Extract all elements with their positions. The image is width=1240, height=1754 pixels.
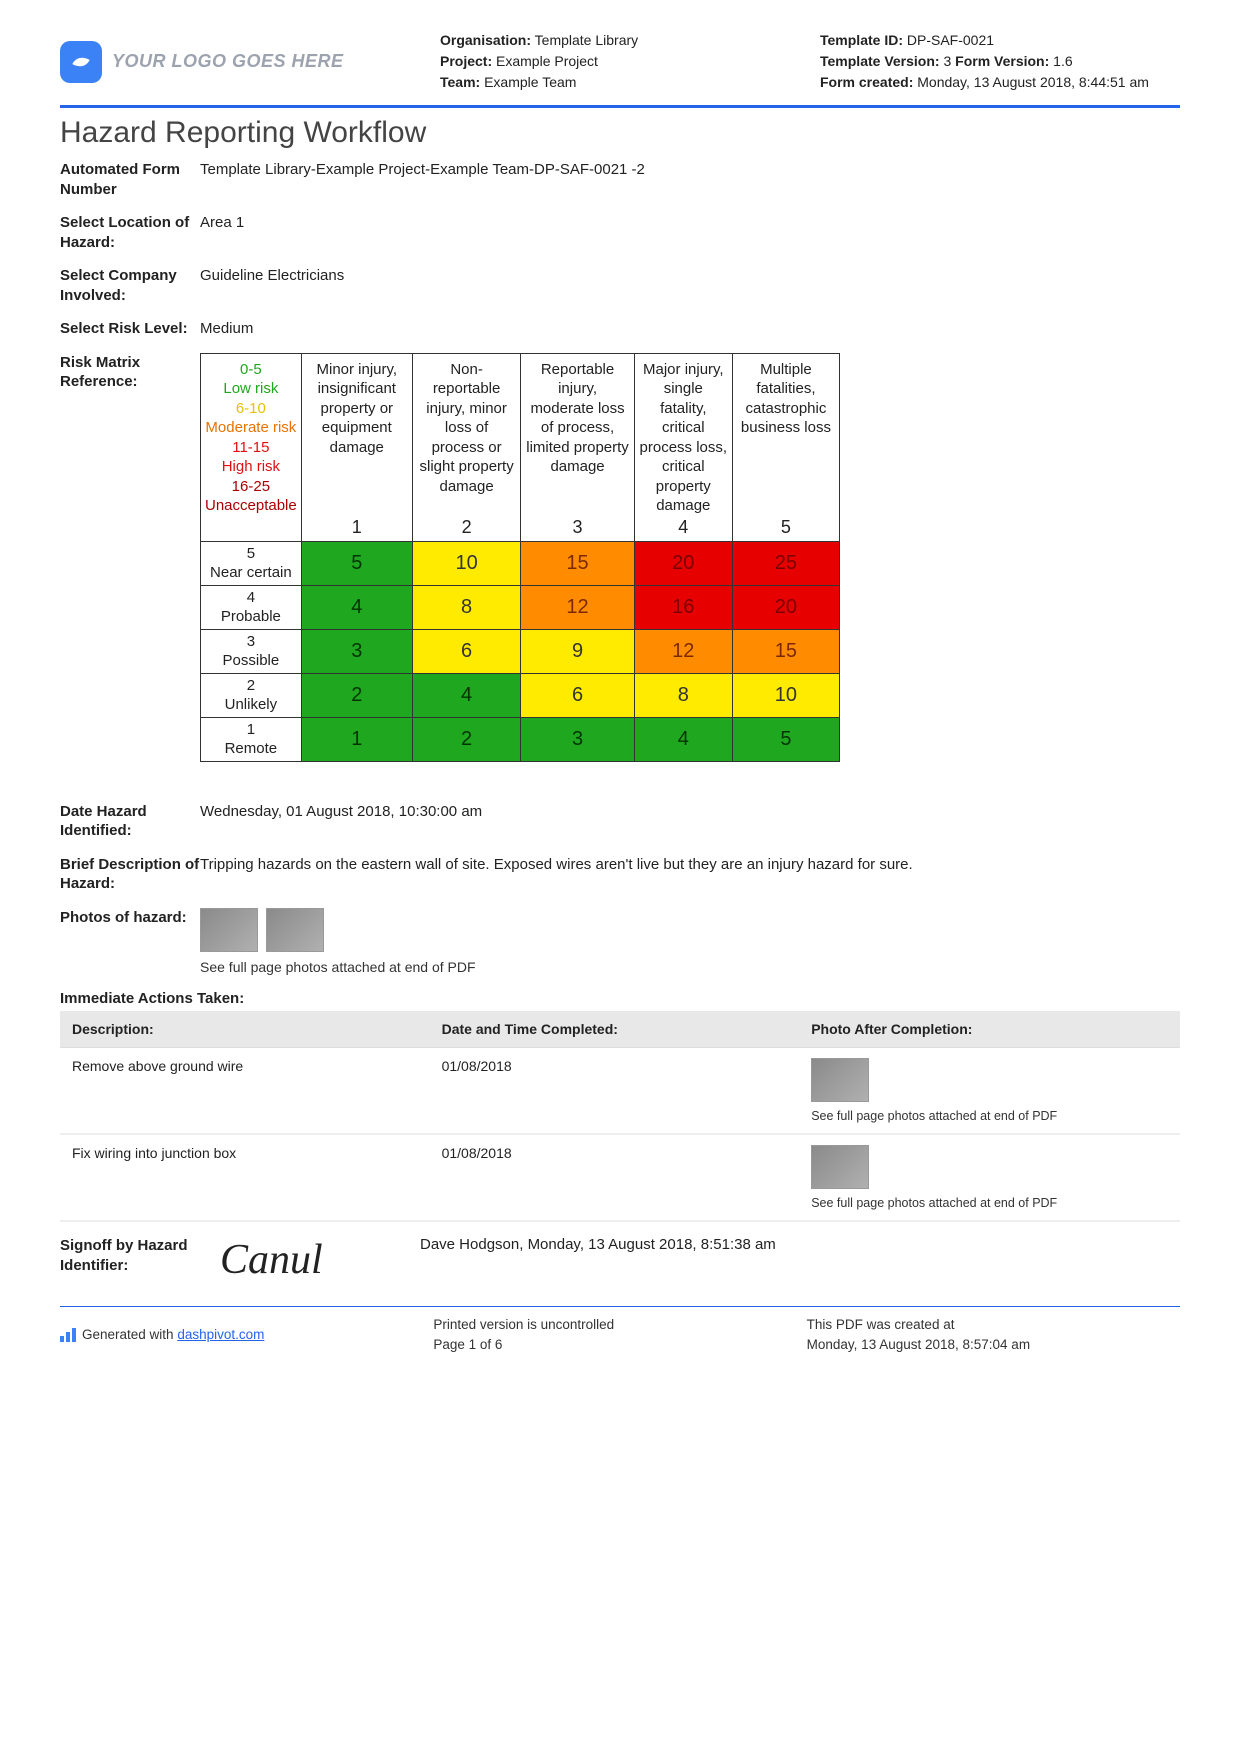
action-photo-thumb[interactable] — [811, 1145, 869, 1189]
matrix-cell: 20 — [732, 585, 839, 629]
matrix-cell: 10 — [412, 541, 521, 585]
field-value-risk: Medium — [200, 319, 1180, 339]
header-meta-left: Organisation: Template Library Project: … — [440, 30, 800, 93]
field-value-company: Guideline Electricians — [200, 266, 1180, 305]
matrix-severity-header: Major injury, single fatality, critical … — [634, 353, 732, 541]
matrix-legend-cell: 0-5Low risk6-10Moderate risk11-15High ri… — [201, 353, 302, 541]
matrix-cell: 25 — [732, 541, 839, 585]
field-label-location: Select Location of Hazard: — [60, 213, 200, 252]
hazard-photo-thumbnails — [200, 908, 1180, 952]
matrix-cell: 8 — [634, 673, 732, 717]
matrix-likelihood-header: 4Probable — [201, 585, 302, 629]
action-date: 01/08/2018 — [430, 1134, 800, 1221]
actions-col-photo: Photo After Completion: — [799, 1011, 1180, 1048]
matrix-severity-header: Reportable injury, moderate loss of proc… — [521, 353, 634, 541]
matrix-severity-header: Minor injury, insignificant property or … — [301, 353, 412, 541]
matrix-cell: 4 — [301, 585, 412, 629]
field-label-matrix: Risk Matrix Reference: — [60, 353, 200, 762]
matrix-cell: 4 — [634, 717, 732, 761]
action-photo-caption: See full page photos attached at end of … — [811, 1196, 1168, 1210]
action-photo-thumb[interactable] — [811, 1058, 869, 1102]
document-footer: Generated with dashpivot.com Printed ver… — [60, 1315, 1180, 1356]
dashpivot-link[interactable]: dashpivot.com — [177, 1327, 264, 1342]
matrix-cell: 2 — [301, 673, 412, 717]
table-row: Fix wiring into junction box01/08/2018 Se… — [60, 1134, 1180, 1221]
matrix-cell: 16 — [634, 585, 732, 629]
matrix-cell: 20 — [634, 541, 732, 585]
footer-mid1: Printed version is uncontrolled — [433, 1315, 806, 1335]
signature-image: Canul — [200, 1236, 380, 1284]
matrix-severity-header: Multiple fatalities, catastrophic busine… — [732, 353, 839, 541]
signoff-label: Signoff by Hazard Identifier: — [60, 1236, 200, 1284]
field-label-company: Select Company Involved: — [60, 266, 200, 305]
footer-right1: This PDF was created at — [807, 1315, 1180, 1335]
matrix-likelihood-header: 5Near certain — [201, 541, 302, 585]
matrix-cell: 3 — [301, 629, 412, 673]
matrix-likelihood-header: 2Unlikely — [201, 673, 302, 717]
logo-block: YOUR LOGO GOES HERE — [60, 30, 420, 93]
table-row: Remove above ground wire01/08/2018 See fu… — [60, 1048, 1180, 1135]
action-photo-cell: See full page photos attached at end of … — [799, 1048, 1180, 1135]
actions-col-desc: Description: — [60, 1011, 430, 1048]
matrix-likelihood-header: 3Possible — [201, 629, 302, 673]
hazard-photo-thumb[interactable] — [200, 908, 258, 952]
matrix-cell: 2 — [412, 717, 521, 761]
signoff-value: Dave Hodgson, Monday, 13 August 2018, 8:… — [380, 1236, 1180, 1284]
actions-table: Description: Date and Time Completed: Ph… — [60, 1011, 1180, 1222]
header-meta-right: Template ID: DP-SAF-0021 Template Versio… — [820, 30, 1180, 93]
action-date: 01/08/2018 — [430, 1048, 800, 1135]
logo-text: YOUR LOGO GOES HERE — [112, 48, 344, 75]
matrix-severity-header: Non-reportable injury, minor loss of pro… — [412, 353, 521, 541]
document-header: YOUR LOGO GOES HERE Organisation: Templa… — [60, 30, 1180, 101]
dashpivot-icon — [60, 1328, 76, 1342]
matrix-cell: 12 — [521, 585, 634, 629]
matrix-cell: 5 — [301, 541, 412, 585]
action-desc: Remove above ground wire — [60, 1048, 430, 1135]
field-label-risk: Select Risk Level: — [60, 319, 200, 339]
page-title: Hazard Reporting Workflow — [60, 116, 1180, 150]
matrix-cell: 1 — [301, 717, 412, 761]
header-rule — [60, 105, 1180, 108]
risk-matrix-table: 0-5Low risk6-10Moderate risk11-15High ri… — [200, 353, 840, 762]
matrix-cell: 15 — [732, 629, 839, 673]
matrix-cell: 8 — [412, 585, 521, 629]
actions-col-date: Date and Time Completed: — [430, 1011, 800, 1048]
action-photo-cell: See full page photos attached at end of … — [799, 1134, 1180, 1221]
field-label-form-number: Automated Form Number — [60, 160, 200, 199]
matrix-cell: 3 — [521, 717, 634, 761]
field-value-form-number: Template Library-Example Project-Example… — [200, 160, 1180, 199]
footer-rule — [60, 1306, 1180, 1307]
actions-heading: Immediate Actions Taken: — [60, 990, 1180, 1007]
photos-caption: See full page photos attached at end of … — [200, 958, 1180, 976]
field-value-desc: Tripping hazards on the eastern wall of … — [200, 855, 1180, 894]
matrix-cell: 9 — [521, 629, 634, 673]
action-desc: Fix wiring into junction box — [60, 1134, 430, 1221]
matrix-cell: 4 — [412, 673, 521, 717]
matrix-cell: 12 — [634, 629, 732, 673]
footer-mid2: Page 1 of 6 — [433, 1335, 806, 1355]
matrix-cell: 6 — [521, 673, 634, 717]
field-value-date: Wednesday, 01 August 2018, 10:30:00 am — [200, 802, 1180, 841]
matrix-likelihood-header: 1Remote — [201, 717, 302, 761]
field-value-location: Area 1 — [200, 213, 1180, 252]
field-label-photos: Photos of hazard: — [60, 908, 200, 976]
field-label-desc: Brief Description of Hazard: — [60, 855, 200, 894]
hazard-photo-thumb[interactable] — [266, 908, 324, 952]
matrix-cell: 6 — [412, 629, 521, 673]
footer-right2: Monday, 13 August 2018, 8:57:04 am — [807, 1335, 1180, 1355]
field-label-date: Date Hazard Identified: — [60, 802, 200, 841]
matrix-cell: 15 — [521, 541, 634, 585]
action-photo-caption: See full page photos attached at end of … — [811, 1109, 1168, 1123]
matrix-cell: 10 — [732, 673, 839, 717]
logo-icon — [60, 41, 102, 83]
matrix-cell: 5 — [732, 717, 839, 761]
